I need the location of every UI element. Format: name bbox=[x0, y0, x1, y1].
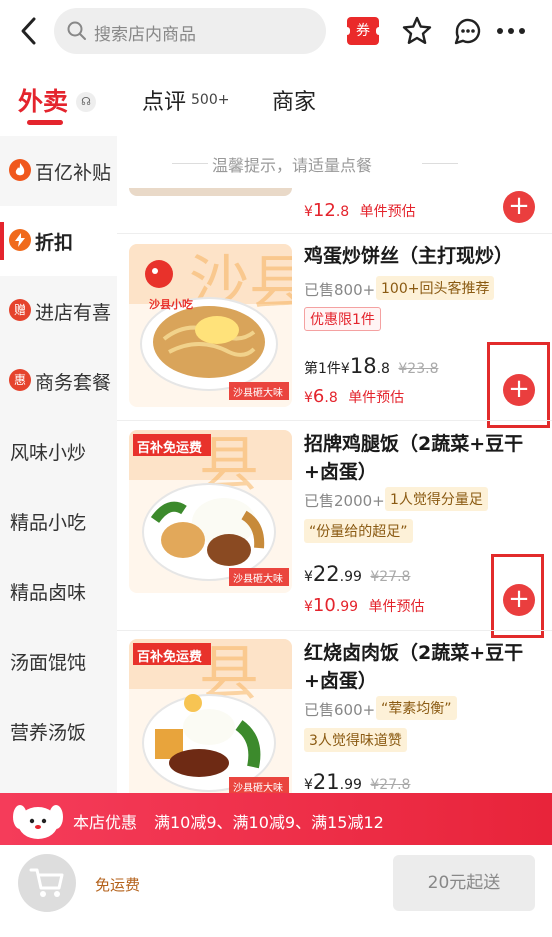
category-sidebar: 百亿补贴 折扣 赠 进店有喜 惠 商务套餐 风味小炒 精品小吃 精品卤味 汤面馄… bbox=[0, 136, 117, 796]
add-to-cart-button[interactable]: + bbox=[503, 191, 535, 223]
more-options-icon[interactable] bbox=[494, 18, 528, 44]
fried-noodle-image: 沙县 bbox=[129, 244, 292, 407]
coupon-button[interactable]: 券 bbox=[344, 17, 382, 45]
price: ¥21.99 ¥27.8 bbox=[304, 770, 411, 794]
review-quote: “份量给的超足” bbox=[304, 519, 413, 543]
bolt-icon bbox=[9, 229, 31, 251]
sold-count: 已售600+ bbox=[304, 701, 376, 719]
sidebar-item-baiyi[interactable]: 百亿补贴 bbox=[0, 136, 117, 206]
divider bbox=[117, 630, 552, 631]
reminder-tip: 温馨提示，请适量点餐 bbox=[212, 156, 373, 175]
favorite-star-icon[interactable] bbox=[400, 14, 434, 48]
recommend-tag: 100+回头客推荐 bbox=[376, 276, 495, 300]
store-promo-bar[interactable]: 本店优惠 满10减9、满10减9、满15减12 bbox=[0, 793, 552, 845]
sidebar-item-shangwu[interactable]: 惠 商务套餐 bbox=[0, 346, 117, 416]
dish-image[interactable]: 县 百补免运费 沙县砸大味 bbox=[129, 639, 292, 796]
search-placeholder: 搜索店内商品 bbox=[94, 25, 196, 45]
divider bbox=[117, 233, 552, 234]
divider bbox=[117, 420, 552, 421]
promo-detail: 满10减9、满10减9、满15减12 bbox=[154, 813, 384, 832]
tab-waimai[interactable]: 外卖 bbox=[18, 82, 68, 118]
partial-estimate-price: ¥12.8 单件预估 bbox=[304, 200, 416, 221]
sold-count: 已售2000+ bbox=[304, 492, 385, 510]
cart-button[interactable] bbox=[18, 854, 76, 912]
product-list[interactable]: 温馨提示，请适量点餐 ¥12.8 单件预估 + 沙县 沙县小吃 沙县砸大味 鸡蛋… bbox=[117, 136, 552, 796]
estimate-price: ¥6.8 单件预估 bbox=[304, 386, 405, 407]
free-delivery-label: 免运费 bbox=[95, 876, 141, 894]
flame-icon bbox=[9, 159, 31, 181]
review-tag: 1人觉得分量足 bbox=[385, 487, 488, 511]
dish-name[interactable]: 鸡蛋炒饼丝（主打现炒） bbox=[304, 242, 544, 270]
add-to-cart-button[interactable]: + bbox=[503, 584, 535, 616]
tab-waimai-badge-icon: ☊ bbox=[76, 92, 96, 112]
dish-image-partial bbox=[129, 188, 292, 196]
tab-dianping[interactable]: 点评 bbox=[142, 84, 186, 116]
store-tabs: 外卖 ☊ 点评 500+ 商家 bbox=[0, 72, 552, 132]
review-tag: 3人觉得味道赞 bbox=[304, 728, 407, 752]
back-arrow-icon[interactable] bbox=[14, 14, 44, 48]
dish-name[interactable]: 招牌鸡腿饭（2蔬菜+豆干+卤蛋） bbox=[304, 430, 544, 486]
sidebar-item-tangmian[interactable]: 汤面馄饨 bbox=[0, 626, 117, 696]
add-to-cart-button[interactable]: + bbox=[503, 374, 535, 406]
divider bbox=[172, 163, 208, 164]
min-order-button[interactable]: 20元起送 bbox=[393, 855, 535, 911]
active-tab-indicator bbox=[27, 120, 63, 125]
promo-title: 本店优惠 bbox=[73, 813, 138, 832]
dish-image[interactable]: 沙县 沙县小吃 沙县砸大味 bbox=[129, 244, 292, 407]
shopping-cart-icon bbox=[29, 868, 64, 897]
top-bar: 搜索店内商品 券 bbox=[0, 0, 552, 64]
estimate-price: ¥10.99 单件预估 bbox=[304, 595, 425, 616]
sidebar-item-zhekou[interactable]: 折扣 bbox=[0, 206, 117, 276]
sidebar-item-xiaochi[interactable]: 精品小吃 bbox=[0, 486, 117, 556]
sidebar-item-luwei[interactable]: 精品卤味 bbox=[0, 556, 117, 626]
original-price: ¥27.8 bbox=[370, 777, 411, 793]
dish-image[interactable]: 县 百补免运费 沙县砸大味 bbox=[129, 430, 292, 593]
mascot-dog-icon bbox=[13, 805, 63, 839]
checkout-bar: 免运费 20元起送 bbox=[0, 845, 552, 937]
discount-badge-icon: 惠 bbox=[9, 369, 31, 391]
divider bbox=[422, 163, 458, 164]
dish-name[interactable]: 红烧卤肉饭（2蔬菜+豆干+卤蛋） bbox=[304, 639, 544, 695]
price: ¥22.99 ¥27.8 bbox=[304, 562, 411, 586]
sidebar-item-tangfan[interactable]: 营养汤饭 bbox=[0, 696, 117, 766]
original-price: ¥23.8 bbox=[398, 361, 439, 377]
sidebar-item-jindian[interactable]: 赠 进店有喜 bbox=[0, 276, 117, 346]
original-price: ¥27.8 bbox=[370, 569, 411, 585]
active-indicator bbox=[0, 222, 4, 260]
tab-dianping-count: 500+ bbox=[191, 92, 230, 108]
search-input[interactable]: 搜索店内商品 bbox=[54, 8, 326, 54]
sold-count: 已售800+ bbox=[304, 281, 376, 299]
customer-service-icon[interactable] bbox=[451, 14, 485, 48]
tab-shangjia[interactable]: 商家 bbox=[272, 84, 316, 116]
review-quote: “荤素均衡” bbox=[376, 696, 457, 720]
search-icon bbox=[67, 21, 86, 40]
price: 第1件¥18.8 ¥23.8 bbox=[304, 354, 439, 378]
sidebar-item-fengwei[interactable]: 风味小炒 bbox=[0, 416, 117, 486]
gift-badge-icon: 赠 bbox=[9, 299, 31, 321]
limit-tag: 优惠限1件 bbox=[304, 307, 381, 331]
